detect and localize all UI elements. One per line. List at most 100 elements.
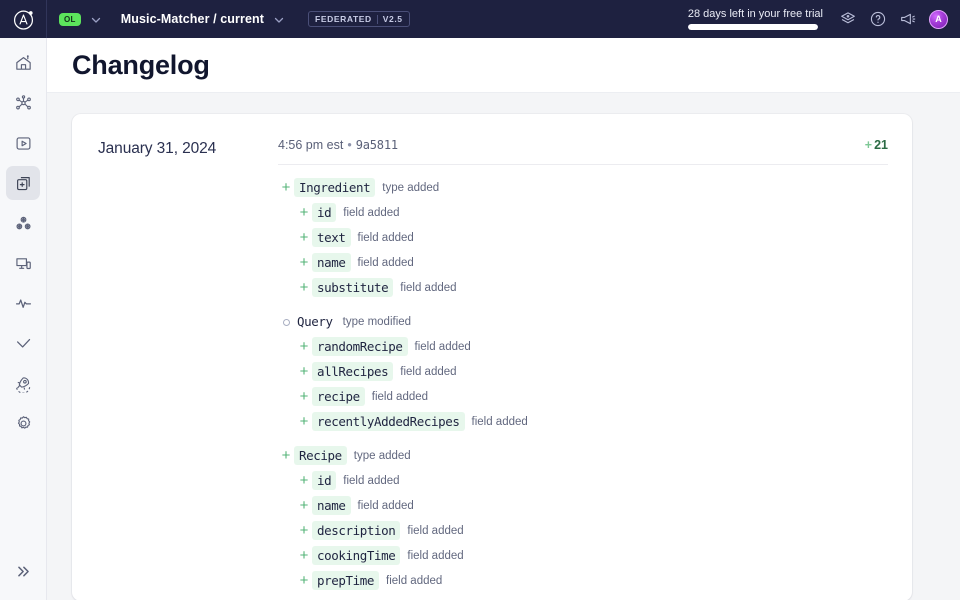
change-name: prepTime bbox=[312, 571, 380, 590]
change-group-gap bbox=[278, 300, 888, 309]
graph-badge[interactable]: OL bbox=[59, 12, 81, 26]
added-count-plus: + bbox=[864, 138, 873, 152]
change-name: cookingTime bbox=[312, 546, 401, 565]
apollo-logo[interactable] bbox=[0, 0, 47, 38]
sidebar-item-home[interactable] bbox=[6, 46, 40, 80]
project-title[interactable]: Music-Matcher / current bbox=[121, 12, 264, 26]
badge-divider bbox=[376, 15, 378, 24]
page-header: Changelog bbox=[47, 38, 960, 93]
change-kind: type added bbox=[353, 449, 411, 462]
double-chevron-right-icon bbox=[17, 566, 29, 576]
added-plus-icon: + bbox=[281, 179, 291, 196]
added-plus-icon: + bbox=[299, 204, 309, 221]
change-list: + Ingredient type added + id field added + text… bbox=[278, 175, 888, 593]
change-row[interactable]: + name field added bbox=[278, 250, 888, 275]
graph-nodes-icon bbox=[15, 94, 31, 110]
sidebar-item-settings[interactable] bbox=[6, 406, 40, 440]
change-kind: field added bbox=[357, 231, 414, 244]
change-name: allRecipes bbox=[312, 362, 394, 381]
play-square-icon bbox=[16, 136, 30, 150]
avatar[interactable]: A bbox=[929, 9, 948, 29]
change-row[interactable]: + Ingredient type added bbox=[278, 175, 888, 200]
project-chevron-down-icon[interactable] bbox=[273, 13, 285, 25]
change-name: Query bbox=[297, 314, 333, 329]
sidebar-item-launches[interactable] bbox=[6, 366, 40, 400]
change-name: text bbox=[312, 228, 351, 247]
change-row[interactable]: + description field added bbox=[278, 518, 888, 543]
change-kind: type added bbox=[382, 181, 440, 194]
change-kind: field added bbox=[386, 574, 443, 587]
change-row[interactable]: + randomRecipe field added bbox=[278, 334, 888, 359]
change-row[interactable]: + id field added bbox=[278, 468, 888, 493]
change-row[interactable]: + substitute field added bbox=[278, 275, 888, 300]
change-row[interactable]: + recipe field added bbox=[278, 384, 888, 409]
change-row[interactable]: + text field added bbox=[278, 225, 888, 250]
entry-divider bbox=[278, 164, 888, 165]
change-kind: type modified bbox=[342, 315, 412, 328]
added-plus-icon: + bbox=[299, 229, 309, 246]
cubes-icon bbox=[15, 216, 31, 229]
sidebar-item-subgraphs[interactable] bbox=[6, 206, 40, 240]
changelog-card: January 31, 2024 4:56 pm est • 9a5811 +21 bbox=[72, 114, 912, 600]
sidebar-item-explorer[interactable] bbox=[6, 126, 40, 160]
change-name: name bbox=[312, 496, 351, 515]
added-plus-icon: + bbox=[299, 413, 309, 430]
change-kind: field added bbox=[343, 206, 400, 219]
modified-marker-icon bbox=[278, 315, 294, 328]
meta-separator: • bbox=[347, 138, 352, 152]
top-bar-left: OL Music-Matcher / current FEDERATED V2.… bbox=[47, 11, 410, 27]
change-name: randomRecipe bbox=[312, 337, 408, 356]
added-count-value: 21 bbox=[874, 138, 888, 152]
sidebar-item-insights[interactable] bbox=[6, 286, 40, 320]
sidebar-item-changelog[interactable] bbox=[6, 166, 40, 200]
change-kind: field added bbox=[400, 281, 457, 294]
sidebar-collapse-toggle[interactable] bbox=[6, 554, 40, 588]
change-kind: field added bbox=[357, 499, 414, 512]
change-kind: field added bbox=[414, 340, 471, 353]
content-area: January 31, 2024 4:56 pm est • 9a5811 +21 bbox=[47, 93, 960, 600]
change-group-gap bbox=[278, 434, 888, 443]
entry-date: January 31, 2024 bbox=[98, 140, 217, 157]
added-plus-icon: + bbox=[281, 447, 291, 464]
change-row[interactable]: + name field added bbox=[278, 493, 888, 518]
change-row[interactable]: + Recipe type added bbox=[278, 443, 888, 468]
home-icon bbox=[15, 54, 31, 70]
changelog-pages-icon bbox=[16, 176, 30, 190]
layers-icon[interactable] bbox=[839, 10, 857, 28]
added-plus-icon: + bbox=[299, 472, 309, 489]
change-row[interactable]: + prepTime field added bbox=[278, 568, 888, 593]
added-plus-icon: + bbox=[299, 522, 309, 539]
added-plus-icon: + bbox=[299, 497, 309, 514]
added-plus-icon: + bbox=[299, 279, 309, 296]
circle-outline-icon bbox=[282, 319, 290, 326]
entry-hash[interactable]: 9a5811 bbox=[356, 138, 398, 152]
change-kind: field added bbox=[357, 256, 414, 269]
trial-status[interactable]: 28 days left in your free trial bbox=[687, 8, 823, 30]
page-title: Changelog bbox=[72, 49, 210, 80]
change-name: id bbox=[312, 203, 337, 222]
change-kind: field added bbox=[471, 415, 528, 428]
added-plus-icon: + bbox=[299, 254, 309, 271]
change-row[interactable]: + recentlyAddedRecipes field added bbox=[278, 409, 888, 434]
change-row[interactable]: + cookingTime field added bbox=[278, 543, 888, 568]
change-row[interactable]: Query type modified bbox=[278, 309, 888, 334]
gear-icon bbox=[17, 415, 30, 429]
help-icon[interactable] bbox=[869, 10, 887, 28]
devices-icon bbox=[15, 257, 31, 269]
change-row[interactable]: + id field added bbox=[278, 200, 888, 225]
change-row[interactable]: + allRecipes field added bbox=[278, 359, 888, 384]
change-name: recipe bbox=[312, 387, 365, 406]
graph-chevron-down-icon[interactable] bbox=[90, 13, 102, 25]
sidebar-item-checks[interactable] bbox=[6, 326, 40, 360]
entry-time: 4:56 pm est bbox=[278, 138, 344, 152]
top-bar-right: 28 days left in your free trial A bbox=[687, 8, 960, 30]
sidebar-item-schema[interactable] bbox=[6, 86, 40, 120]
change-name: recentlyAddedRecipes bbox=[312, 412, 465, 431]
change-name: description bbox=[312, 521, 401, 540]
megaphone-icon[interactable] bbox=[899, 10, 917, 28]
change-name: Ingredient bbox=[294, 178, 376, 197]
change-kind: field added bbox=[400, 365, 457, 378]
entry-date-column: January 31, 2024 bbox=[98, 138, 278, 593]
change-name: substitute bbox=[312, 278, 394, 297]
sidebar-item-clients[interactable] bbox=[6, 246, 40, 280]
